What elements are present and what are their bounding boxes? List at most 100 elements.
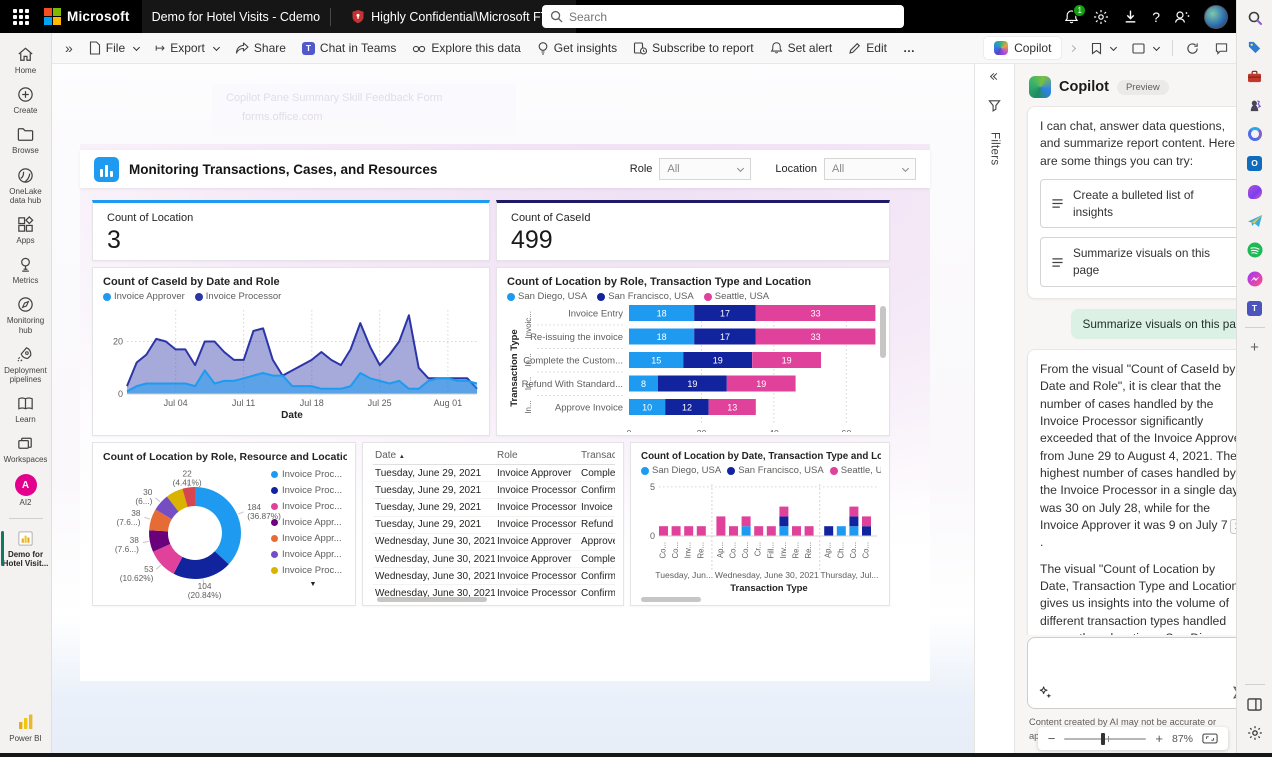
bookmarks-menu[interactable] xyxy=(1084,38,1123,59)
zoom-slider-handle[interactable] xyxy=(1101,732,1106,745)
visual-location-by-role-resource[interactable]: Count of Location by Role, Resource and … xyxy=(92,442,356,606)
filter-funnel-icon[interactable] xyxy=(988,99,1001,112)
help-icon[interactable]: ? xyxy=(1152,9,1160,25)
sidebar-panel-icon[interactable] xyxy=(1245,694,1265,714)
sparkle-icon[interactable] xyxy=(1038,685,1053,700)
set-alert-button[interactable]: Set alert xyxy=(763,37,840,59)
subscribe-button[interactable]: Subscribe to report xyxy=(626,37,760,59)
sidebar-item-apps[interactable]: Apps xyxy=(0,211,52,249)
collapse-nav-icon[interactable]: » xyxy=(58,36,80,60)
copilot-chat-input[interactable] xyxy=(1027,637,1260,710)
sidebar-item-demo-report[interactable]: Demo for Hotel Visit... xyxy=(0,525,52,572)
copilot-logo-icon xyxy=(1029,76,1051,98)
explore-data-button[interactable]: Explore this data xyxy=(405,37,527,59)
zoom-slider[interactable] xyxy=(1064,732,1147,745)
table-column-header[interactable]: Transaction xyxy=(579,447,615,465)
global-search[interactable] xyxy=(542,5,904,28)
user-avatar[interactable] xyxy=(1204,4,1228,29)
visual-caseid-by-date-role[interactable]: Count of CaseId by Date and Role Invoice… xyxy=(92,267,490,436)
table-column-header[interactable]: Role xyxy=(495,447,579,465)
chat-in-teams-button[interactable]: T Chat in Teams xyxy=(295,37,403,59)
sidebar-games-icon[interactable] xyxy=(1245,95,1265,115)
share-button[interactable]: Share xyxy=(228,37,293,59)
table-column-header[interactable]: Date ▲ xyxy=(373,447,495,465)
visual-location-by-date-transaction[interactable]: Count of Location by Date, Transaction T… xyxy=(630,442,890,606)
svg-text:20: 20 xyxy=(113,337,123,347)
copilot-toolbar-button[interactable]: Copilot xyxy=(984,37,1062,59)
table-row[interactable]: Wednesday, June 30, 2021 Invoice Processo… xyxy=(373,567,615,586)
download-icon[interactable] xyxy=(1123,9,1138,24)
microsoft-logo[interactable]: Microsoft xyxy=(44,8,130,25)
ghost-feedback-dialog: Copilot Pane Summary Skill Feedback Form… xyxy=(212,84,516,136)
donut-chart-plot[interactable]: 184 (36.87%) 104 (20.84%) 53 (10.62%) 38 (7.6..… xyxy=(103,463,281,603)
sidebar-tag-icon[interactable] xyxy=(1245,37,1265,57)
suggestion-bulleted-list[interactable]: Create a bulleted list of insights xyxy=(1040,178,1247,229)
visual-location-by-role-transaction[interactable]: Count of Location by Role, Transaction T… xyxy=(496,267,890,436)
sidebar-add-icon[interactable]: + xyxy=(1245,337,1265,357)
sidebar-item-workspaces[interactable]: Workspaces xyxy=(0,430,52,468)
vbar-horizontal-scrollbar[interactable] xyxy=(641,597,701,602)
edit-button[interactable]: Edit xyxy=(841,37,894,59)
view-menu[interactable] xyxy=(1125,39,1166,58)
visual-detail-table[interactable]: Date ▲RoleTransactionTuesday, June 29, 2… xyxy=(362,442,624,606)
sidebar-outlook-icon[interactable]: O xyxy=(1245,153,1265,173)
card-count-of-caseid[interactable]: Count of CaseId 499 xyxy=(496,200,890,261)
filters-pane-label[interactable]: Filters xyxy=(989,132,1001,165)
sidebar-item-learn[interactable]: Learn xyxy=(0,390,52,428)
sidebar-loop-icon[interactable] xyxy=(1245,124,1265,144)
vbar-chart-plot[interactable]: 0 5 Co... Co... Inv... Re... Tuesday, Jun... Ap… xyxy=(641,476,881,598)
sidebar-item-browse[interactable]: Browse xyxy=(0,121,52,159)
expand-filters-icon[interactable] xyxy=(989,72,1000,81)
table-row[interactable]: Wednesday, June 30, 2021 Invoice Approver… xyxy=(373,550,615,569)
get-insights-button[interactable]: Get insights xyxy=(530,37,624,59)
more-options-button[interactable]: … xyxy=(896,37,922,59)
sidebar-settings-gear-icon[interactable] xyxy=(1245,723,1265,743)
collapse-pane-chevron-icon[interactable] xyxy=(1063,42,1082,55)
waffle-menu-icon[interactable] xyxy=(8,4,34,30)
sidebar-item-monitoring-hub[interactable]: Monitoring hub xyxy=(0,291,52,338)
hbar-vertical-scrollbar[interactable] xyxy=(880,306,886,358)
table-row[interactable]: Wednesday, June 30, 2021 Invoice Processo… xyxy=(373,584,615,597)
area-chart-plot[interactable]: Jul 04 Jul 11 Jul 18 Jul 25 Aug 01 0 20 xyxy=(103,302,481,410)
sidebar-toolbox-icon[interactable] xyxy=(1245,66,1265,86)
refresh-button[interactable] xyxy=(1179,38,1206,59)
sidebar-item-home[interactable]: Home xyxy=(0,41,52,79)
hbar-chart-plot[interactable]: Transaction Type Invoic... In... In... In...… xyxy=(507,302,881,432)
notifications-bell-icon[interactable]: 1 xyxy=(1064,3,1087,25)
sensitivity-label[interactable]: Highly Confidential\Microsoft FTE xyxy=(371,10,556,24)
sidebar-item-create[interactable]: Create xyxy=(0,81,52,119)
role-slicer-dropdown[interactable]: All xyxy=(659,158,752,180)
sidebar-messenger-icon[interactable] xyxy=(1245,269,1265,289)
table-row[interactable]: Tuesday, June 29, 2021 Invoice Processor I… xyxy=(373,498,615,517)
settings-gear-icon[interactable] xyxy=(1093,9,1109,25)
export-menu[interactable]: ↦ Export xyxy=(148,37,226,59)
card-count-of-location[interactable]: Count of Location 3 xyxy=(92,200,490,261)
search-input[interactable] xyxy=(569,9,896,24)
zoom-in-button[interactable]: + xyxy=(1155,732,1163,745)
table-row[interactable]: Tuesday, June 29, 2021 Invoice Processor R… xyxy=(373,516,615,534)
zoom-out-button[interactable]: − xyxy=(1048,732,1056,745)
sidebar-item-deployment-pipelines[interactable]: Deployment pipelines xyxy=(0,341,52,388)
sidebar-telegram-icon[interactable] xyxy=(1245,211,1265,231)
legend-item: Seattle, USA xyxy=(703,291,769,302)
sidebar-spotify-icon[interactable] xyxy=(1245,240,1265,260)
copilot-intro-text: I can chat, answer data questions, and s… xyxy=(1040,119,1236,168)
sidebar-item-ai2[interactable]: A AI2 xyxy=(0,470,52,511)
sidebar-item-metrics[interactable]: Metrics xyxy=(0,251,52,289)
comments-button[interactable] xyxy=(1208,38,1235,59)
legend-more-icon[interactable]: ▼ xyxy=(271,581,355,588)
sidebar-search-icon[interactable] xyxy=(1245,8,1265,28)
table-row[interactable]: Tuesday, June 29, 2021 Invoice Approver Co… xyxy=(373,464,615,483)
sidebar-item-onelake-data-hub[interactable]: OneLake data hub xyxy=(0,162,52,209)
table-row[interactable]: Tuesday, June 29, 2021 Invoice Processor C… xyxy=(373,481,615,500)
sidebar-teams-icon[interactable]: T xyxy=(1245,298,1265,318)
suggestion-summarize-visuals[interactable]: Summarize visuals on this page xyxy=(1040,237,1247,287)
location-slicer-dropdown[interactable]: All xyxy=(824,158,916,180)
table-horizontal-scrollbar[interactable] xyxy=(377,597,487,602)
fit-to-page-icon[interactable] xyxy=(1202,733,1218,744)
file-menu[interactable]: File xyxy=(82,37,146,59)
table-row[interactable]: Wednesday, June 30, 2021 Invoice Approver… xyxy=(373,533,615,551)
feedback-icon[interactable] xyxy=(1174,9,1190,24)
sidebar-item-powerbi[interactable]: Power BI xyxy=(0,708,52,747)
sidebar-designer-icon[interactable] xyxy=(1245,182,1265,202)
